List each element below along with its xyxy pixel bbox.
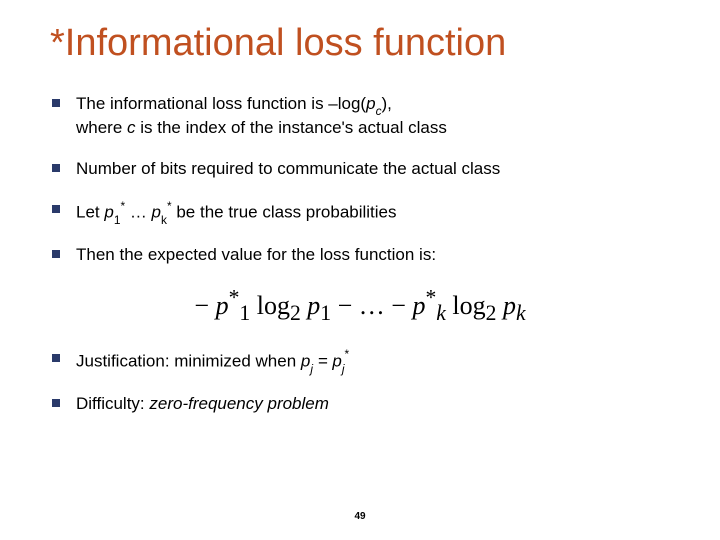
slide-title: *Informational loss function: [50, 22, 670, 65]
text: …: [125, 203, 151, 222]
mid: − … −: [331, 291, 412, 320]
bullet-item-6: Difficulty: zero-frequency problem: [50, 393, 670, 416]
text: Justification: minimized when: [76, 352, 301, 371]
var-c: c: [127, 118, 136, 137]
bullet-item-5: Justification: minimized when pj = pj*: [50, 348, 670, 375]
text: Let: [76, 203, 104, 222]
p: p: [307, 291, 320, 320]
bullet-item-2: Number of bits required to communicate t…: [50, 158, 670, 181]
text: Number of bits required to communicate t…: [76, 159, 500, 178]
k: k: [436, 301, 446, 325]
formula-block: − p*1 log2 p1 − … − p*k log2 pk: [50, 285, 670, 326]
var-pjstar: p: [332, 352, 341, 371]
sub-k: k: [161, 213, 167, 227]
star: *: [425, 285, 436, 309]
two: 2: [290, 301, 301, 325]
bullet-list-2: Justification: minimized when pj = pj* D…: [50, 348, 670, 416]
text: where: [76, 118, 127, 137]
one: 1: [320, 301, 331, 325]
log: log: [452, 291, 485, 320]
expected-loss-formula: − p*1 log2 p1 − … − p*k log2 pk: [194, 291, 525, 320]
sub-1: 1: [114, 213, 121, 227]
text: is the index of the instance's actual cl…: [136, 118, 447, 137]
sup-star: *: [120, 199, 125, 213]
k: k: [516, 301, 526, 325]
bullet-item-1: The informational loss function is –log(…: [50, 93, 670, 140]
text: Difficulty:: [76, 394, 149, 413]
slide: *Informational loss function The informa…: [0, 0, 720, 540]
text: The informational loss function is –log(: [76, 94, 366, 113]
p: p: [216, 291, 229, 320]
p: p: [412, 291, 425, 320]
log: log: [257, 291, 290, 320]
var-pj: p: [301, 352, 310, 371]
sub-j: j: [342, 362, 345, 376]
one: 1: [239, 301, 250, 325]
sup-star: *: [167, 199, 172, 213]
bullet-item-4: Then the expected value for the loss fun…: [50, 244, 670, 267]
page-number: 49: [0, 511, 720, 522]
var-p: p: [366, 94, 375, 113]
minus: −: [194, 291, 215, 320]
text: be the true class probabilities: [172, 203, 397, 222]
sup-star: *: [345, 347, 350, 361]
zero-freq: zero-frequency problem: [149, 394, 329, 413]
text: ),: [382, 94, 392, 113]
bullet-item-3: Let p1* … pk* be the true class probabil…: [50, 199, 670, 226]
sub-j: j: [310, 362, 313, 376]
p: p: [503, 291, 516, 320]
eq: =: [313, 352, 332, 371]
text: Then the expected value for the loss fun…: [76, 245, 436, 264]
two: 2: [486, 301, 497, 325]
var-c-sub: c: [376, 104, 382, 118]
bullet-list: The informational loss function is –log(…: [50, 93, 670, 267]
var-pk: p: [152, 203, 161, 222]
var-p1: p: [104, 203, 113, 222]
star: *: [229, 285, 240, 309]
